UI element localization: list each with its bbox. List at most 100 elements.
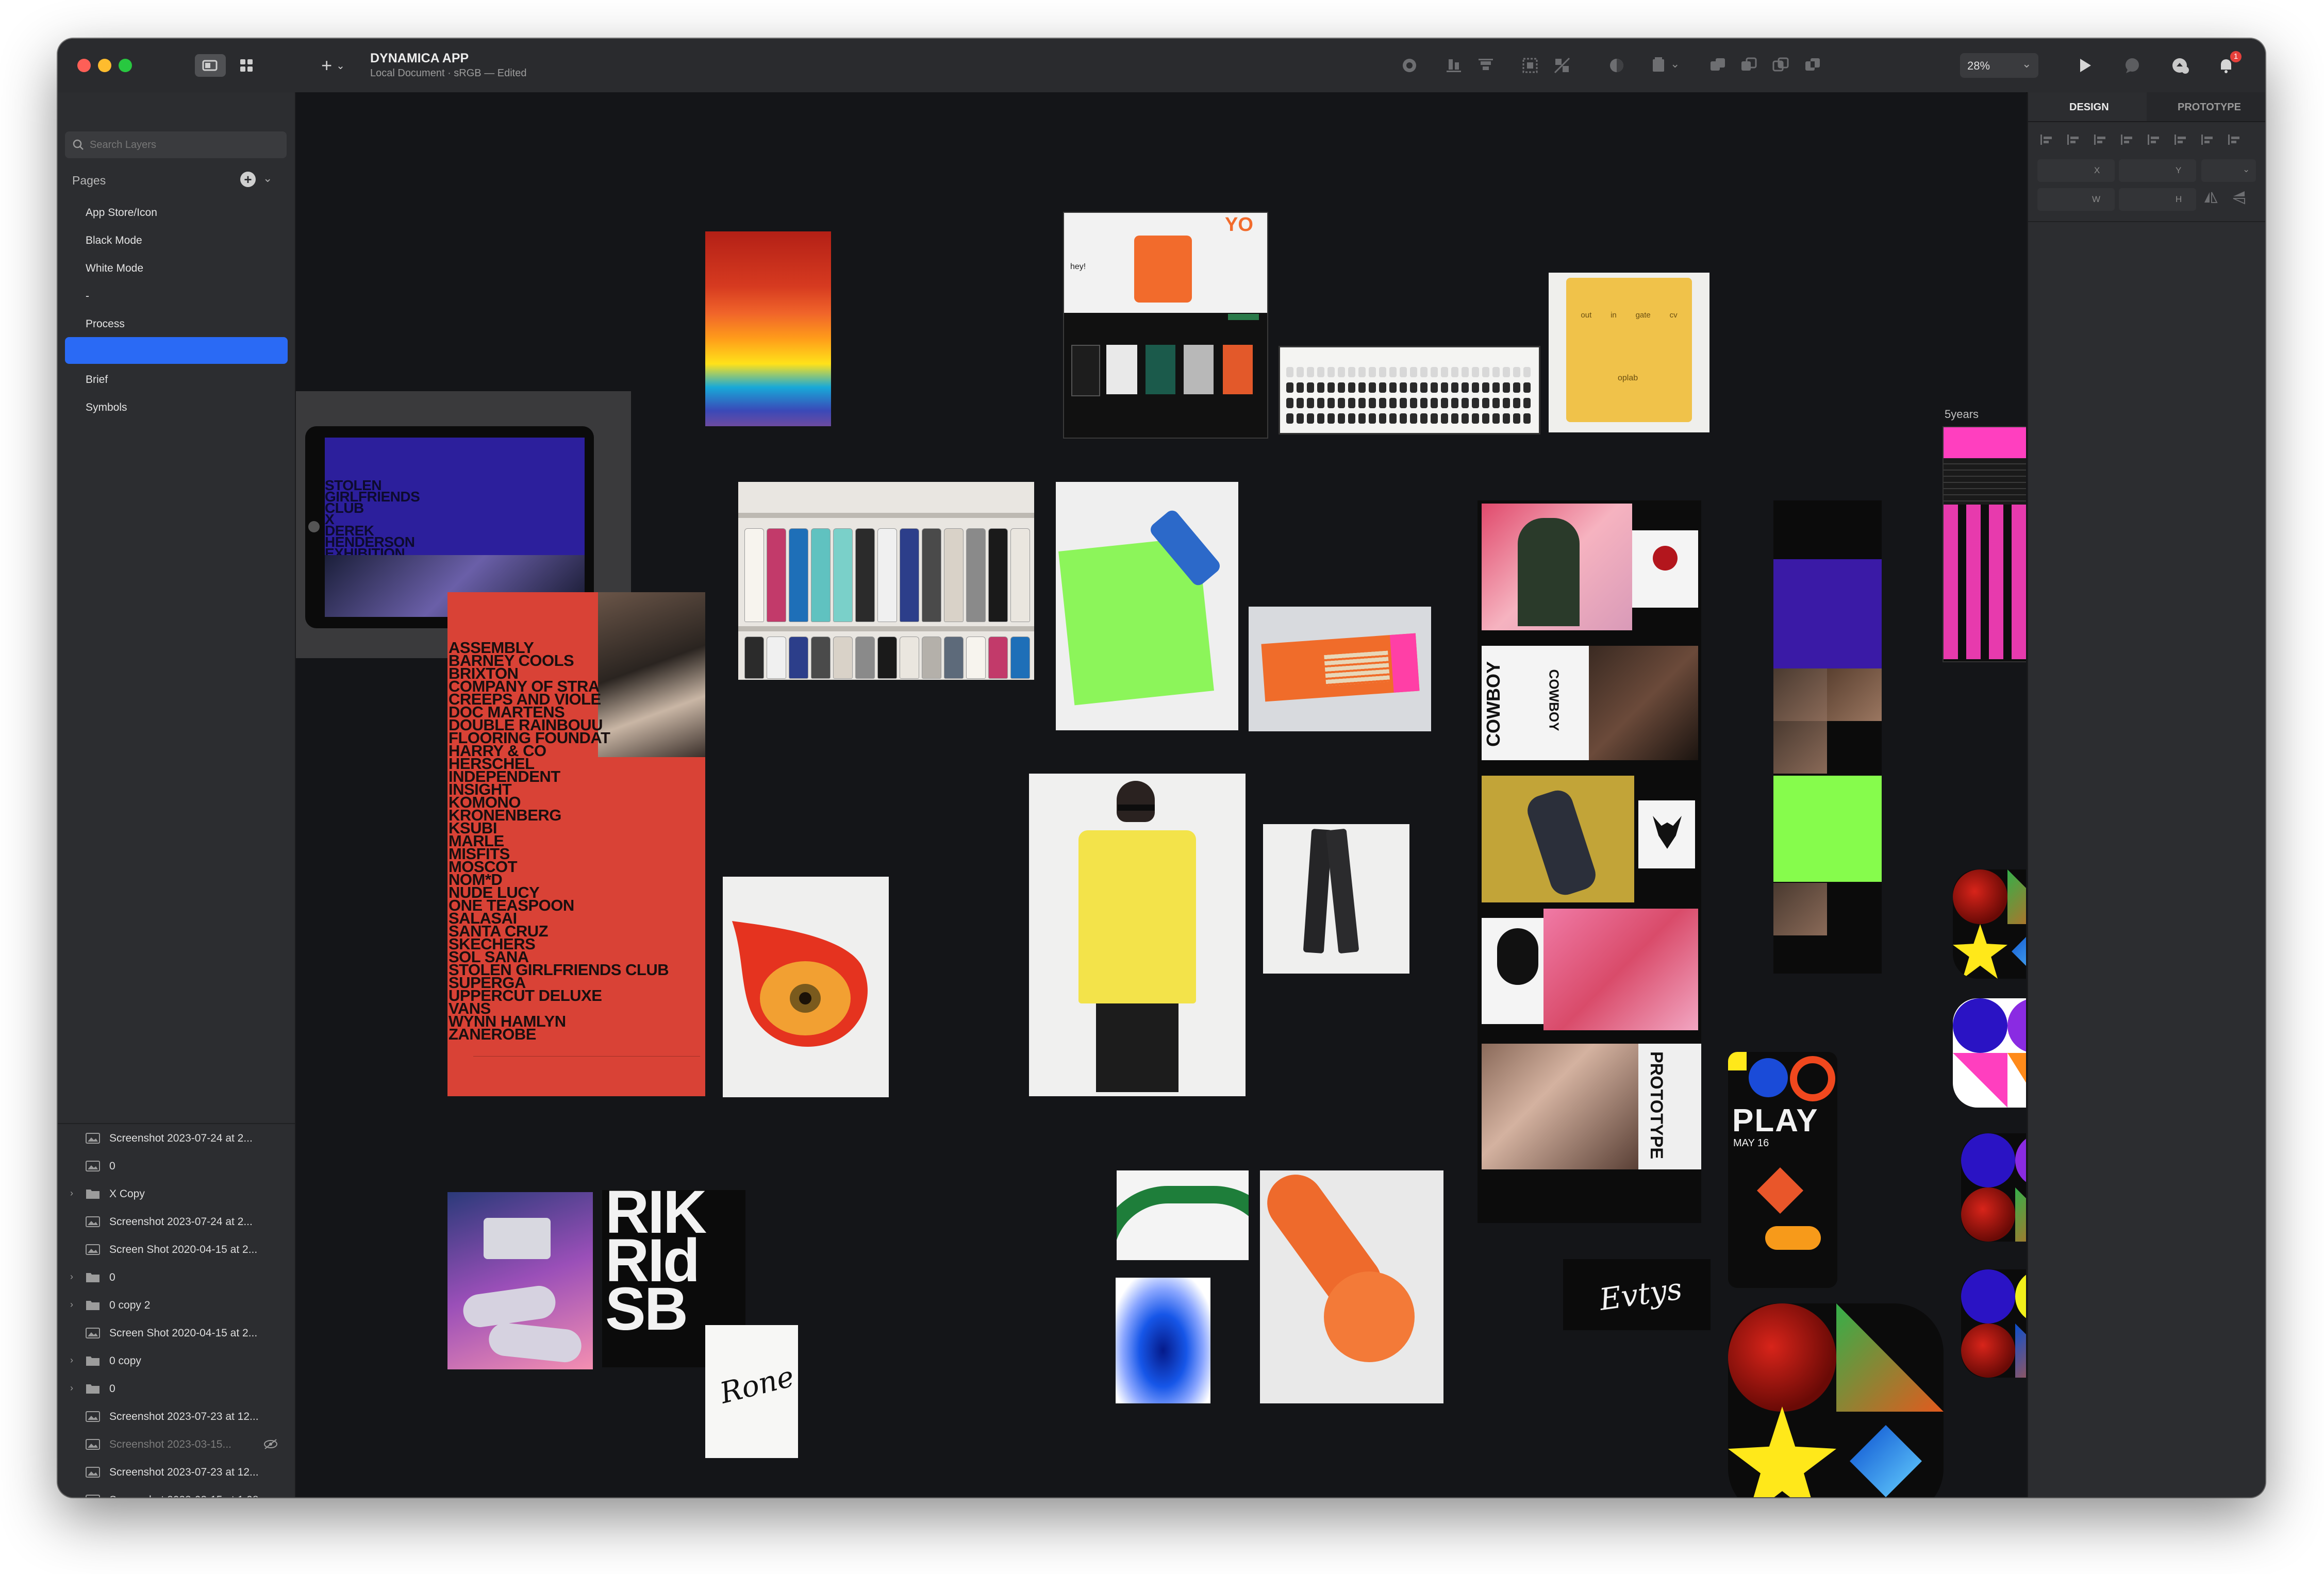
- page-item[interactable]: Brief: [86, 374, 108, 386]
- green-booklet-photo[interactable]: [1056, 482, 1238, 730]
- shelf-middle: [738, 626, 1034, 631]
- page-item[interactable]: Black Mode: [86, 235, 142, 247]
- align-icon[interactable]: [2199, 133, 2215, 146]
- layer-row[interactable]: Screenshot 2023-07-24 at 2...: [58, 1209, 295, 1236]
- canvas-view-button[interactable]: [195, 54, 226, 77]
- snes-controllers-photo[interactable]: [447, 1192, 593, 1369]
- rotation-field[interactable]: ⌄: [2201, 159, 2256, 182]
- green-3d-shape[interactable]: [1117, 1170, 1249, 1260]
- cloud-share-icon[interactable]: [2171, 56, 2190, 75]
- subtract-icon[interactable]: [1739, 56, 1758, 75]
- oplab-module-photo[interactable]: out in gate cv oplab: [1549, 273, 1709, 432]
- brand-list-poster[interactable]: ASSEMBLY BARNEY COOLS BRIXTON COMPANY OF ST…: [447, 592, 705, 1096]
- align-bottom-icon[interactable]: [1445, 56, 1463, 75]
- blue-gradient-image[interactable]: [1116, 1278, 1210, 1403]
- expand-chevron-icon[interactable]: ›: [70, 1299, 73, 1310]
- layer-row[interactable]: › X Copy: [58, 1181, 295, 1209]
- layer-row[interactable]: Screenshot 2023-03-15 at 1.08: [58, 1487, 295, 1497]
- collapse-pages-chevron-icon[interactable]: ⌄: [263, 172, 272, 185]
- layer-row[interactable]: › 0: [58, 1376, 295, 1403]
- graffiti-tag-sticker[interactable]: Rone: [705, 1325, 798, 1458]
- add-page-button[interactable]: +: [240, 172, 256, 187]
- sunglasses-eye-photo[interactable]: [723, 877, 889, 1097]
- play-event-card[interactable]: PLAY MAY 16: [1728, 1052, 1837, 1288]
- yellow-shirt-model-photo[interactable]: [1029, 774, 1246, 1096]
- matchbook-photo[interactable]: [1249, 607, 1431, 731]
- expand-chevron-icon[interactable]: ›: [70, 1188, 73, 1199]
- y-field[interactable]: Y: [2119, 159, 2196, 182]
- expand-chevron-icon[interactable]: ›: [70, 1271, 73, 1282]
- layer-row[interactable]: Screen Shot 2020-04-15 at 2...: [58, 1320, 295, 1348]
- insert-button[interactable]: + ⌄: [312, 54, 354, 77]
- align-icon[interactable]: [2119, 133, 2134, 146]
- fiveyears-phone-screen[interactable]: [1943, 426, 2026, 662]
- symbol-icon[interactable]: [1400, 56, 1419, 75]
- app-icon-tile[interactable]: [1961, 1269, 2026, 1378]
- layer-row[interactable]: Screen Shot 2020-04-15 at 2...: [58, 1236, 295, 1264]
- resize-icon[interactable]: [1650, 56, 1668, 75]
- align-icon[interactable]: [2038, 133, 2054, 146]
- search-layers-field[interactable]: Search Layers: [65, 131, 287, 158]
- canvas-view-icon: [202, 60, 218, 71]
- tab-design[interactable]: DESIGN: [2028, 92, 2147, 121]
- flip-horizontal-icon[interactable]: [2201, 188, 2227, 211]
- align-icon[interactable]: [2065, 133, 2081, 146]
- black-trousers-photo[interactable]: [1263, 824, 1409, 974]
- hidden-eye-icon[interactable]: [263, 1438, 278, 1452]
- layer-row[interactable]: Screenshot 2023-07-24 at 2...: [58, 1125, 295, 1153]
- page-item[interactable]: -: [86, 290, 89, 303]
- synth-keyboard-photo[interactable]: [1279, 346, 1540, 434]
- minimize-window-button[interactable]: [98, 59, 111, 72]
- app-icon-tile[interactable]: [1953, 869, 2026, 979]
- tab-prototype[interactable]: PROTOTYPE: [2147, 92, 2265, 121]
- layer-row[interactable]: Screenshot 2023-07-23 at 12...: [58, 1459, 295, 1487]
- align-top-icon[interactable]: [1476, 56, 1495, 75]
- align-icon[interactable]: [2226, 133, 2242, 146]
- zoom-select[interactable]: 28% ⌄: [1960, 53, 2038, 78]
- page-item[interactable]: Symbols: [86, 401, 127, 414]
- expand-chevron-icon[interactable]: ›: [70, 1355, 73, 1366]
- comment-icon[interactable]: [2123, 56, 2142, 75]
- paint-bottles-photo[interactable]: [738, 482, 1034, 680]
- flip-vertical-icon[interactable]: [2230, 188, 2256, 211]
- layer-row[interactable]: 0: [58, 1153, 295, 1181]
- close-window-button[interactable]: [77, 59, 91, 72]
- group-icon[interactable]: [1521, 56, 1539, 75]
- align-icon[interactable]: [2146, 133, 2161, 146]
- layer-row[interactable]: Screenshot 2023-07-23 at 12...: [58, 1403, 295, 1431]
- difference-icon[interactable]: [1803, 56, 1822, 75]
- align-icon[interactable]: [2172, 133, 2188, 146]
- page-item[interactable]: White Mode: [86, 262, 143, 275]
- snes-controller-1: [461, 1283, 558, 1330]
- fashion-collage-column[interactable]: COWBOY COWBOY PROTOTYPE: [1478, 500, 1701, 1223]
- selected-page-highlight[interactable]: [65, 337, 288, 364]
- layer-row[interactable]: › 0 copy: [58, 1348, 295, 1376]
- paint-gradient-image[interactable]: [705, 231, 831, 426]
- app-icon-tile[interactable]: [1961, 1133, 2026, 1242]
- w-field[interactable]: W: [2037, 188, 2115, 211]
- intersect-icon[interactable]: [1771, 56, 1790, 75]
- h-field[interactable]: H: [2119, 188, 2196, 211]
- play-icon[interactable]: [2076, 56, 2094, 75]
- app-icon-tile[interactable]: [1953, 998, 2026, 1108]
- expand-chevron-icon[interactable]: ›: [70, 1383, 73, 1394]
- layer-row[interactable]: › 0 copy 2: [58, 1292, 295, 1320]
- op-website-screenshot[interactable]: hey! YO: [1063, 212, 1268, 439]
- orange-tube-render[interactable]: [1260, 1170, 1443, 1403]
- layer-row[interactable]: Screenshot 2023-03-15...: [58, 1431, 295, 1459]
- grid-view-button[interactable]: [231, 54, 262, 77]
- chevron-down-icon[interactable]: ⌄: [1670, 57, 1680, 71]
- page-item[interactable]: Process: [86, 318, 125, 330]
- large-app-icon[interactable]: [1728, 1303, 1944, 1497]
- x-field[interactable]: X: [2037, 159, 2115, 182]
- color-strip-column[interactable]: [1773, 500, 1882, 974]
- canvas[interactable]: STOLEN GIRLFRIENDS CLUB X DEREK HENDERSON EXHI…: [296, 92, 2026, 1497]
- layer-row[interactable]: › 0: [58, 1264, 295, 1292]
- mask-icon[interactable]: [1607, 56, 1626, 75]
- ungroup-icon[interactable]: [1553, 56, 1571, 75]
- zoom-window-button[interactable]: [119, 59, 132, 72]
- page-item[interactable]: App Store/Icon: [86, 207, 157, 219]
- signature-card[interactable]: Evtys: [1563, 1259, 1711, 1330]
- align-icon[interactable]: [2092, 133, 2107, 146]
- union-icon[interactable]: [1708, 56, 1727, 75]
